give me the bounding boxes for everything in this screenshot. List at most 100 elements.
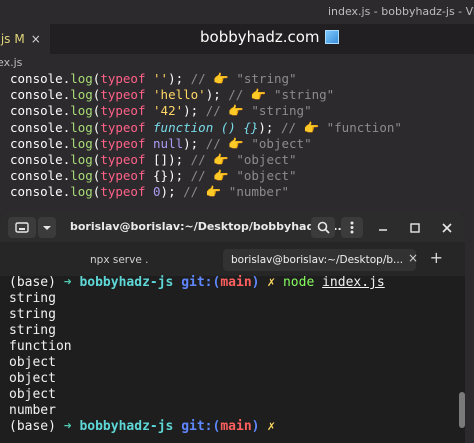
code-token: ); xyxy=(168,168,191,184)
prompt-branch: main xyxy=(220,275,252,290)
terminal-tab-bar: npx serve . borislav@borislav:~/Desktop/… xyxy=(0,242,465,276)
code-typeof-arg: {} xyxy=(153,168,169,184)
prompt-directory: bobbyhadz-js xyxy=(79,275,182,290)
code-token: console xyxy=(10,168,63,184)
code-token: log xyxy=(70,119,93,135)
terminal-header: borislav@borislav:~/Desktop/bobbyhadz-r.… xyxy=(0,212,465,242)
terminal-tab-label: borislav@borislav:~/Desktop/b... xyxy=(231,254,404,266)
editor-tab-label: .js xyxy=(0,32,11,46)
code-line: console.log(typeof function () {}); // 👉… xyxy=(10,120,402,136)
window-titlebar: index.js - bobbyhadz-js - Vi xyxy=(0,0,474,24)
code-keyword: typeof xyxy=(100,168,146,184)
scrollbar[interactable] xyxy=(459,392,465,428)
code-typeof-arg: null xyxy=(153,135,184,151)
code-token: console xyxy=(10,87,63,103)
code-typeof-arg: function () {} xyxy=(153,119,259,135)
code-comment: // xyxy=(190,71,214,86)
terminal-tab-active[interactable]: borislav@borislav:~/Desktop/b... xyxy=(223,249,416,271)
code-line: console.log(typeof null); // 👉 "object" xyxy=(10,136,402,152)
code-comment: // xyxy=(228,87,251,103)
code-token: log xyxy=(70,135,93,151)
prompt-branch: main xyxy=(220,419,252,434)
pointing-hand-icon: 👉 xyxy=(228,135,244,151)
terminal-output-line: string xyxy=(9,323,56,338)
close-tab-icon[interactable]: × xyxy=(408,251,418,265)
code-token: log xyxy=(70,103,93,119)
code-token: console xyxy=(10,119,63,135)
code-line: console.log(typeof []); // 👉 "object" xyxy=(10,152,402,168)
add-tab-icon[interactable]: + xyxy=(430,248,443,267)
code-token: ); xyxy=(258,119,281,135)
code-comment: // xyxy=(183,184,206,200)
prompt-arrow-icon: ➜ xyxy=(63,275,80,290)
maximize-button[interactable] xyxy=(404,217,426,238)
code-token: console xyxy=(10,135,63,151)
terminal-output-line: function xyxy=(9,339,72,354)
code-line: console.log(typeof 0); // 👉 "number" xyxy=(10,184,402,200)
brand-text: bobbyhadz.com xyxy=(200,28,320,46)
code-comment: "string" xyxy=(243,103,312,119)
code-typeof-arg: '' xyxy=(153,71,169,86)
prompt-dirty-icon: ✗ xyxy=(267,275,276,290)
code-token: console xyxy=(10,184,63,200)
search-button[interactable] xyxy=(311,217,335,238)
pointing-hand-icon: 👉 xyxy=(228,103,244,119)
brand-watermark: bobbyhadz.com xyxy=(200,28,339,46)
close-icon[interactable]: × xyxy=(31,32,41,46)
code-token: console xyxy=(10,103,63,119)
prompt-env: (base) xyxy=(9,275,64,290)
pointing-hand-icon: 👉 xyxy=(303,119,320,135)
code-token: log xyxy=(70,151,93,167)
window-title: index.js - bobbyhadz-js - Vi xyxy=(327,5,474,18)
code-comment: "string" xyxy=(266,87,335,103)
editor-tab-index-js[interactable]: .js M × xyxy=(0,24,50,54)
code-comment: "object" xyxy=(228,168,297,184)
terminal-output-line: number xyxy=(9,403,56,418)
code-editor: index.js - bobbyhadz-js - Vi .js M × bob… xyxy=(0,0,474,215)
pointing-hand-icon: 👉 xyxy=(213,151,229,167)
new-tab-button[interactable] xyxy=(8,217,36,238)
pointing-hand-icon: 👉 xyxy=(250,87,267,103)
code-line: console.log(typeof {}); // 👉 "object" xyxy=(10,168,402,184)
close-window-button[interactable] xyxy=(436,217,458,238)
pointing-hand-icon: 👉 xyxy=(213,71,229,86)
terminal-window: borislav@borislav:~/Desktop/bobbyhadz-r.… xyxy=(0,212,465,443)
code-comment: // xyxy=(205,135,229,151)
prompt-dirty-icon: ✗ xyxy=(267,419,276,434)
terminal-prompt-line: (base) ➜ bobbyhadz-js git:(main) ✗ node … xyxy=(9,275,385,291)
code-comment: // xyxy=(205,103,229,119)
terminal-output-line: string xyxy=(9,291,56,306)
terminal-output-line: object xyxy=(9,371,56,386)
code-line: console.log(typeof ''); // 👉 "string" xyxy=(10,71,402,87)
prompt-git: ) xyxy=(251,275,268,290)
prompt-git: git:( xyxy=(181,419,221,434)
minimize-button[interactable] xyxy=(372,217,394,238)
terminal-output-line: object xyxy=(9,387,56,402)
code-token: ); xyxy=(168,151,191,167)
code-token: log xyxy=(70,71,93,86)
breadcrumb[interactable]: ex.js xyxy=(0,56,22,69)
kebab-menu-icon xyxy=(350,221,354,234)
code-keyword: typeof xyxy=(100,184,146,200)
close-icon xyxy=(442,222,452,233)
new-tab-menu-button[interactable] xyxy=(38,217,56,238)
menu-button[interactable] xyxy=(341,217,363,238)
code-keyword: typeof xyxy=(100,71,146,86)
code-area[interactable]: console.log(typeof ''); // 👉 "string" con… xyxy=(10,71,402,201)
code-comment: // xyxy=(190,168,214,184)
code-typeof-arg: [] xyxy=(153,151,169,167)
code-keyword: typeof xyxy=(100,135,146,151)
code-token: ); xyxy=(168,71,191,86)
terminal-tab-npx-serve[interactable]: npx serve . xyxy=(90,249,148,271)
code-comment: // xyxy=(280,119,304,135)
code-comment: "number" xyxy=(221,184,290,200)
code-typeof-arg: 0 xyxy=(153,184,161,200)
prompt-git: git:( xyxy=(181,275,221,290)
terminal-output[interactable]: (base) ➜ bobbyhadz-js git:(main) ✗ node … xyxy=(9,275,385,435)
